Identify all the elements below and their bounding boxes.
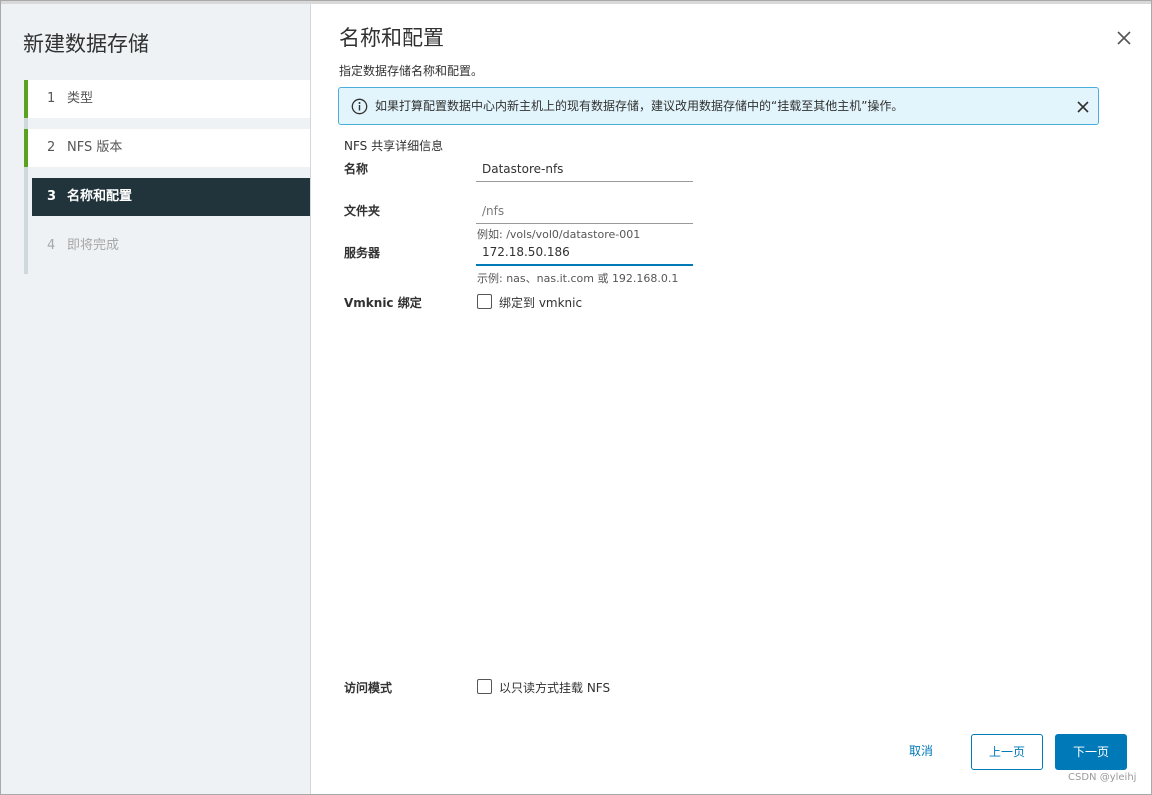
info-alert: 如果打算配置数据中心内新主机上的现有数据存储，建议改用数据存储中的“挂载至其他主… (338, 87, 1099, 125)
step-label: 类型 (67, 91, 94, 106)
server-field[interactable] (476, 240, 693, 266)
page-subtitle: 指定数据存储名称和配置。 (339, 64, 484, 78)
step-nfs-version[interactable]: 2 NFS 版本 (24, 129, 310, 167)
info-icon (351, 98, 368, 115)
cancel-button[interactable]: 取消 (891, 734, 951, 770)
back-button[interactable]: 上一页 (971, 734, 1043, 770)
step-number: 4 (47, 238, 56, 253)
step-number: 2 (47, 140, 56, 155)
server-label: 服务器 (344, 246, 381, 260)
step-type[interactable]: 1 类型 (24, 80, 310, 118)
wizard-content: 名称和配置 指定数据存储名称和配置。 如果打算配置数据中心内新主机上的现有数据存… (311, 4, 1151, 794)
close-icon[interactable] (1114, 28, 1134, 48)
access-mode-label: 访问模式 (344, 681, 393, 695)
step-name-config[interactable]: 3 名称和配置 (32, 178, 310, 216)
step-number: 1 (47, 91, 56, 106)
step-label: NFS 版本 (67, 140, 123, 155)
alert-close-icon[interactable] (1076, 99, 1090, 113)
wizard-sidebar: 新建数据存储 1 类型 2 NFS 版本 3 名称和配置 4 即将完成 (1, 4, 311, 794)
readonly-checkbox-label[interactable]: 以只读方式挂载 NFS (499, 679, 610, 696)
step-number: 3 (47, 189, 57, 204)
name-field[interactable] (476, 156, 693, 182)
readonly-checkbox[interactable] (477, 679, 492, 694)
server-hint: 示例: nas、nas.it.com 或 192.168.0.1 (477, 272, 679, 285)
step-label: 名称和配置 (67, 189, 133, 204)
folder-label: 文件夹 (344, 204, 381, 218)
vmknic-label: Vmknic 绑定 (344, 296, 422, 310)
step-ready-to-complete: 4 即将完成 (24, 227, 310, 265)
section-title: NFS 共享详细信息 (344, 139, 444, 153)
step-label: 即将完成 (67, 238, 120, 253)
name-label: 名称 (344, 162, 369, 176)
next-button[interactable]: 下一页 (1055, 734, 1127, 770)
alert-text: 如果打算配置数据中心内新主机上的现有数据存储，建议改用数据存储中的“挂载至其他主… (375, 99, 904, 113)
folder-field[interactable] (476, 198, 693, 224)
vmknic-checkbox[interactable] (477, 294, 492, 309)
watermark: CSDN @yleihj (1068, 772, 1137, 783)
wizard-title: 新建数据存储 (23, 32, 149, 56)
page-title: 名称和配置 (339, 26, 444, 50)
vmknic-checkbox-label[interactable]: 绑定到 vmknic (499, 294, 582, 311)
